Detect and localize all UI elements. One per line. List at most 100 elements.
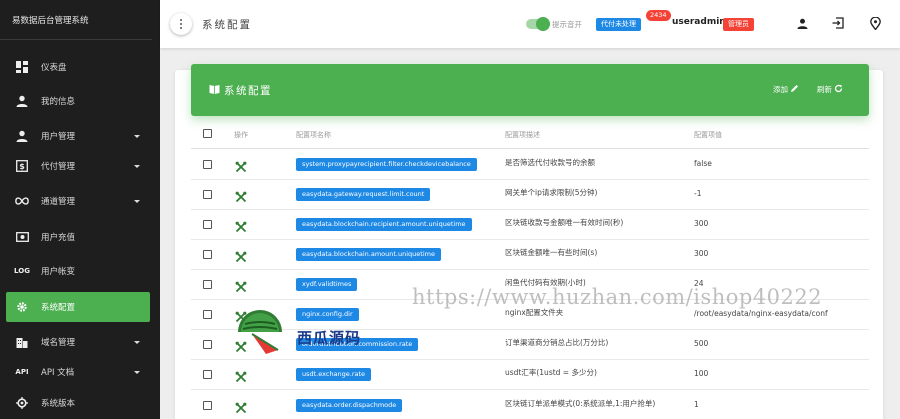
sidebar-item-label: 系统配置 <box>41 303 76 313</box>
sidebar-item-label: 系统版本 <box>41 399 76 409</box>
row-checkbox[interactable] <box>203 190 212 199</box>
config-value: 1 <box>694 400 699 409</box>
sound-toggle-label: 提示音开 <box>552 20 582 29</box>
sidebar-item-dashboard[interactable]: 仪表盘 <box>6 52 150 82</box>
domain-icon <box>15 335 29 349</box>
config-value: false <box>694 159 712 168</box>
sidebar-item-user-account-changes[interactable]: LOG 用户帐变 <box>6 256 150 286</box>
api-icon: API <box>15 368 29 376</box>
sidebar-item-label: API 文档 <box>41 368 75 378</box>
dot-icon <box>180 27 182 29</box>
table-row: easydata.gateway.request.limit.count 网关单… <box>191 180 869 210</box>
row-checkbox[interactable] <box>203 160 212 169</box>
money-icon <box>15 230 29 244</box>
config-key-badge: easydata.blockchain.amount.uniquetime <box>296 248 441 261</box>
sidebar-item-label: 代付管理 <box>41 162 76 172</box>
sidebar-item-label: 用户充值 <box>41 233 76 243</box>
add-button[interactable]: 添加 <box>773 84 799 95</box>
edit-tools-icon[interactable] <box>235 278 247 293</box>
sidebar-item-user-management[interactable]: 用户管理 <box>6 121 150 151</box>
config-description: 区块链订单派单模式(0:系统派单,1:用户抢单) <box>505 399 656 408</box>
chevron-down-icon <box>134 199 140 203</box>
add-button-label: 添加 <box>773 85 788 94</box>
sidebar-item-user-recharge[interactable]: 用户充值 <box>6 222 150 252</box>
chevron-down-icon <box>134 340 140 344</box>
row-checkbox[interactable] <box>203 250 212 259</box>
config-key-badge: nginx.config.dir <box>296 308 359 321</box>
select-all-checkbox[interactable] <box>203 129 212 138</box>
dashboard-icon <box>15 60 29 74</box>
edit-pen-icon <box>790 84 799 95</box>
table-row: orderdistribution.commission.rate 订单渠道商分… <box>191 330 869 360</box>
watermark-url: https://www.huzhan.com/ishop40222 <box>412 285 823 309</box>
sidebar-item-label: 仪表盘 <box>41 63 67 73</box>
refresh-button[interactable]: 刷新 <box>817 84 843 95</box>
person-icon <box>15 94 29 108</box>
chevron-down-icon <box>134 164 140 168</box>
sidebar-item-system-version[interactable]: 系统版本 <box>6 388 150 418</box>
payment-icon: $ <box>15 159 29 173</box>
refresh-icon <box>834 84 843 95</box>
row-checkbox[interactable] <box>203 401 212 410</box>
config-description: usdt汇率(1ustd = 多少分) <box>505 368 597 377</box>
config-description: 网关单个ip请求限制(5分钟) <box>505 188 598 197</box>
config-description: 区块链金额唯一有些时间(s) <box>505 248 598 257</box>
edit-tools-icon[interactable] <box>235 368 247 383</box>
row-checkbox[interactable] <box>203 310 212 319</box>
pending-payments-button[interactable]: 代付未处理 <box>596 18 641 31</box>
user-profile-icon[interactable] <box>796 17 808 29</box>
table-row: usdt.exchange.rate usdt汇率(1ustd = 多少分) 1… <box>191 360 869 390</box>
refresh-button-label: 刷新 <box>817 85 832 94</box>
username: useradmin <box>672 17 726 27</box>
edit-tools-icon[interactable] <box>235 158 247 173</box>
more-menu-button[interactable] <box>170 13 192 35</box>
version-icon <box>15 396 29 410</box>
row-checkbox[interactable] <box>203 280 212 289</box>
config-value: 100 <box>694 369 709 378</box>
card-title-text: 系统配置 <box>224 85 272 97</box>
toggle-knob <box>536 17 550 31</box>
log-icon: LOG <box>14 267 30 275</box>
sidebar: 易数据后台管理系统 仪表盘 我的信息 用户管理 $ 代付管理 通道管理 用户充值… <box>0 0 160 419</box>
sidebar-item-label: 通道管理 <box>41 197 76 207</box>
sidebar-item-label: 域名管理 <box>41 338 76 348</box>
row-checkbox[interactable] <box>203 220 212 229</box>
sidebar-item-my-info[interactable]: 我的信息 <box>6 86 150 116</box>
config-value: 300 <box>694 249 709 258</box>
sidebar-item-api-docs[interactable]: API API 文档 <box>6 357 150 387</box>
config-key-badge: usdt.exchange.rate <box>296 368 372 381</box>
edit-tools-icon[interactable] <box>235 218 247 233</box>
sidebar-item-payment-management[interactable]: $ 代付管理 <box>6 151 150 181</box>
config-description: 区块链收款号金额唯一有效时间(秒) <box>505 218 624 227</box>
config-key-badge: easydata.order.dispachmode <box>296 399 403 412</box>
watermelon-logo-icon <box>232 310 288 360</box>
column-header-name: 配置项名称 <box>296 131 331 139</box>
dot-icon <box>180 23 182 25</box>
row-checkbox[interactable] <box>203 370 212 379</box>
logout-icon[interactable] <box>832 17 844 29</box>
chevron-down-icon <box>134 134 140 138</box>
watermark-logo-text: 西瓜源码 <box>297 329 362 347</box>
top-bar: 系统配置 提示音开 代付未处理 2434 useradmin 管理员 <box>160 0 900 48</box>
row-checkbox[interactable] <box>203 340 212 349</box>
settings-icon <box>15 300 29 314</box>
infinity-icon <box>15 194 29 208</box>
location-pin-icon[interactable] <box>869 16 881 30</box>
table-row: easydata.order.dispachmode 区块链订单派单模式(0:系… <box>191 391 869 419</box>
chevron-down-icon <box>134 370 140 374</box>
sidebar-item-domain-management[interactable]: 域名管理 <box>6 327 150 357</box>
sidebar-item-channel-management[interactable]: 通道管理 <box>6 186 150 216</box>
pending-count-badge: 2434 <box>646 10 671 21</box>
svg-text:$: $ <box>19 162 25 171</box>
config-key-badge: easydata.gateway.request.limit.count <box>296 188 431 201</box>
card-title: 系统配置 <box>209 83 272 98</box>
table-row: easydata.blockchain.recipient.amount.uni… <box>191 210 869 240</box>
column-header-description: 配置项描述 <box>505 131 540 139</box>
sidebar-item-system-config[interactable]: 系统配置 <box>6 292 150 322</box>
edit-tools-icon[interactable] <box>235 188 247 203</box>
edit-tools-icon[interactable] <box>235 399 247 414</box>
sound-toggle[interactable] <box>526 17 550 31</box>
sidebar-item-label: 用户管理 <box>41 132 76 142</box>
config-key-badge: system.proxypayrecipient.filter.checkdev… <box>296 158 477 171</box>
edit-tools-icon[interactable] <box>235 248 247 263</box>
